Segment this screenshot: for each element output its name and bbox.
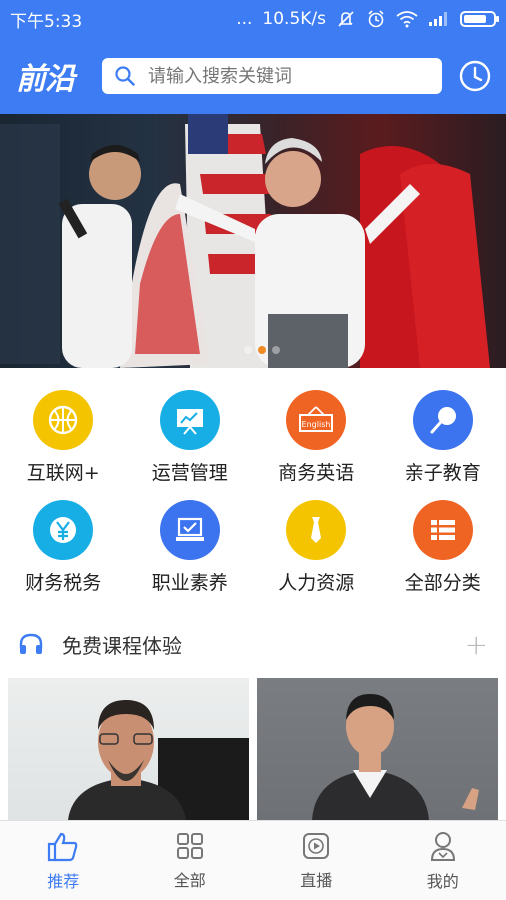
user-icon	[430, 831, 455, 861]
svg-text:English: English	[302, 420, 331, 429]
category-professionalism[interactable]: 职业素养	[127, 490, 254, 600]
category-label: 运营管理	[151, 462, 228, 484]
app-screen: 下午5:33 ... 10.5K/s 前沿 请输入搜索关键词 互联网+ 运营管理…	[0, 0, 506, 900]
signal-icon	[429, 12, 447, 26]
nav-label: 全部	[173, 870, 206, 890]
nav-tab-me[interactable]: 我的	[380, 821, 506, 900]
bottom-nav: 推荐 全部 直播 我的	[0, 820, 506, 900]
course-card[interactable]	[257, 678, 498, 820]
category-operations[interactable]: 运营管理	[127, 380, 254, 490]
wifi-icon	[396, 11, 418, 28]
yuan-coin-icon	[33, 500, 94, 560]
app-logo: 前沿	[16, 62, 75, 97]
banner-carousel[interactable]	[0, 114, 506, 368]
status-time: 下午5:33	[10, 11, 83, 32]
category-label: 职业素养	[151, 572, 228, 594]
section-title: 免费课程体验	[62, 633, 182, 658]
app-header: 前沿	[0, 38, 506, 114]
lollipop-icon	[412, 390, 473, 450]
alarm-icon	[368, 10, 384, 28]
nav-tab-live[interactable]: 直播	[253, 821, 380, 900]
nav-label: 推荐	[47, 871, 80, 891]
list-icon	[412, 500, 473, 560]
tie-icon	[286, 500, 347, 560]
carousel-dot[interactable]	[272, 346, 280, 354]
category-label: 商务英语	[278, 462, 355, 484]
english-sign-icon: English	[286, 390, 347, 450]
nav-label: 我的	[426, 871, 459, 891]
network-speed: 10.5K/s	[262, 9, 326, 29]
banner-image	[0, 114, 490, 368]
category-label: 财务税务	[25, 572, 102, 594]
search-icon	[115, 66, 135, 86]
carousel-dot[interactable]	[244, 346, 252, 354]
laptop-check-icon	[159, 500, 220, 560]
nav-tab-recommend[interactable]: 推荐	[0, 821, 127, 900]
status-bar: 下午5:33 ... 10.5K/s	[0, 0, 506, 38]
free-courses-header: 免费课程体验 +	[0, 618, 506, 670]
category-row: 互联网+ 运营管理 English 商务英语 亲子教育	[0, 380, 506, 490]
category-business-english[interactable]: English 商务英语	[253, 380, 380, 490]
carousel-dot-active[interactable]	[258, 346, 266, 354]
category-all[interactable]: 全部分类	[380, 490, 506, 600]
search-input[interactable]	[148, 65, 430, 87]
status-dots: ...	[236, 9, 253, 29]
category-label: 全部分类	[404, 572, 481, 594]
category-internet-plus[interactable]: 互联网+	[0, 380, 127, 490]
nav-label: 直播	[300, 870, 333, 890]
thumbs-up-icon	[48, 832, 78, 861]
category-row: 财务税务 职业素养 人力资源 全部分类	[0, 490, 506, 600]
course-list	[8, 678, 498, 820]
nav-tab-all[interactable]: 全部	[127, 821, 254, 900]
grid-icon	[176, 832, 203, 859]
category-label: 互联网+	[26, 462, 100, 484]
presentation-chart-icon	[159, 390, 220, 450]
category-hr[interactable]: 人力资源	[253, 490, 380, 600]
mute-icon	[338, 11, 354, 27]
course-card[interactable]	[8, 678, 249, 820]
category-label: 人力资源	[278, 572, 355, 594]
history-clock-icon[interactable]	[458, 59, 492, 93]
category-finance-tax[interactable]: 财务税务	[0, 490, 127, 600]
status-icons: ... 10.5K/s	[236, 9, 499, 29]
basketball-icon	[33, 390, 94, 450]
headphones-icon	[19, 633, 43, 654]
category-grid: 互联网+ 运营管理 English 商务英语 亲子教育 财务税务 职业素养 人力…	[0, 380, 506, 600]
category-label: 亲子教育	[404, 462, 481, 484]
battery-icon	[460, 11, 499, 27]
carousel-indicators	[244, 346, 280, 354]
course-thumbnail	[312, 694, 479, 820]
category-parenting[interactable]: 亲子教育	[380, 380, 506, 490]
search-bar[interactable]	[102, 58, 442, 94]
course-thumbnail	[68, 700, 249, 820]
play-screen-icon	[303, 832, 330, 859]
more-button[interactable]: +	[465, 628, 488, 661]
